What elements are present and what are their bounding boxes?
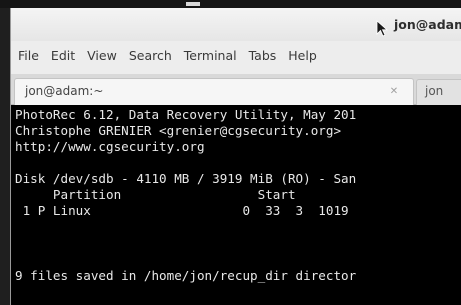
menu-view[interactable]: View xyxy=(87,48,117,63)
terminal-line: 9 files saved in /home/jon/recup_dir dir… xyxy=(15,268,357,283)
tab-active[interactable]: jon@adam:~ ✕ xyxy=(14,78,414,105)
menu-help[interactable]: Help xyxy=(288,48,317,63)
terminal-output[interactable]: PhotoRec 6.12, Data Recovery Utility, Ma… xyxy=(11,105,461,305)
menu-edit[interactable]: Edit xyxy=(51,48,75,63)
menu-file[interactable]: File xyxy=(18,48,39,63)
tab-inactive-label: jon xyxy=(425,84,444,98)
terminal-line: Christophe GRENIER <grenier@cgsecurity.o… xyxy=(15,123,342,138)
background-strip xyxy=(0,0,461,8)
terminal-line: Disk /dev/sdb - 4110 MB / 3919 MiB (RO) … xyxy=(15,171,357,186)
menu-terminal[interactable]: Terminal xyxy=(184,48,237,63)
title-bar[interactable]: jon@adam xyxy=(11,8,461,41)
terminal-line: Partition Start xyxy=(15,187,296,202)
menu-search[interactable]: Search xyxy=(129,48,172,63)
menu-bar: File Edit View Search Terminal Tabs Help xyxy=(11,43,461,67)
terminal-window: jon@adam File Edit View Search Terminal … xyxy=(10,8,461,305)
tab-active-label: jon@adam:~ xyxy=(25,84,104,98)
terminal-line: http://www.cgsecurity.org xyxy=(15,139,205,154)
tab-close-icon[interactable]: ✕ xyxy=(387,85,401,99)
mouse-pointer-icon xyxy=(376,20,389,37)
tab-inactive[interactable]: jon xyxy=(416,79,461,105)
background-highlight-bar xyxy=(186,2,200,6)
window-title: jon@adam xyxy=(394,17,461,32)
terminal-line: PhotoRec 6.12, Data Recovery Utility, Ma… xyxy=(15,107,357,122)
menu-tabs[interactable]: Tabs xyxy=(249,48,277,63)
screen: jon@adam File Edit View Search Terminal … xyxy=(0,0,461,305)
tab-bar: jon@adam:~ ✕ jon xyxy=(11,74,461,105)
terminal-line: 1 P Linux 0 33 3 1019 xyxy=(15,203,349,218)
